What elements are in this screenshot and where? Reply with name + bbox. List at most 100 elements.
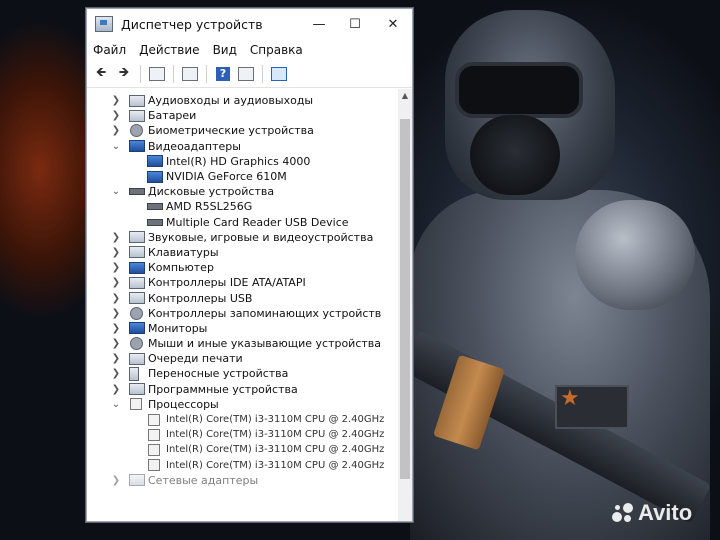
update-icon[interactable]	[180, 64, 200, 84]
tree-item-label: Intel(R) Core(TM) i3-3110M CPU @ 2.40GHz	[166, 429, 385, 441]
tree-item-label: Контроллеры запоминающих устройств	[148, 306, 382, 320]
display-adapter-icon	[129, 140, 145, 153]
display-adapter-icon	[147, 155, 163, 168]
avito-watermark: Avito	[612, 500, 692, 526]
device-manager-icon	[95, 16, 113, 32]
tree-category[interactable]: ❯ Батареи	[87, 108, 397, 123]
back-icon[interactable]: 🡸	[91, 64, 111, 84]
ide-icon	[129, 276, 145, 289]
tree-category[interactable]: ❯ Клавиатуры	[87, 245, 397, 260]
monitor-icon	[129, 322, 145, 335]
scroll-up-icon[interactable]: ▲	[398, 89, 412, 103]
cpu-icon	[148, 413, 160, 426]
avito-wordmark: Avito	[638, 500, 693, 525]
view-icon[interactable]	[236, 64, 256, 84]
keyboard-icon	[129, 246, 145, 259]
tree-category[interactable]: ❯ Звуковые, игровые и видеоустройства	[87, 230, 397, 245]
toolbar-separator	[262, 65, 263, 83]
soldier-shoulder	[575, 200, 695, 310]
menu-help[interactable]: Справка	[250, 43, 303, 57]
tree-category[interactable]: ❯ Программные устройства	[87, 382, 397, 397]
tree-category[interactable]: ❯ Очереди печати	[87, 351, 397, 366]
disk-icon	[147, 218, 163, 226]
tree-device[interactable]: Intel(R) Core(TM) i3-3110M CPU @ 2.40GHz	[87, 458, 397, 473]
toolbar-separator	[140, 65, 141, 83]
tree-device[interactable]: Intel(R) Core(TM) i3-3110M CPU @ 2.40GHz	[87, 412, 397, 427]
tree-category[interactable]: ❯ Контроллеры запоминающих устройств	[87, 306, 397, 321]
portable-icon	[129, 366, 139, 381]
tree-category[interactable]: ⌄ Видеоадаптеры	[87, 139, 397, 154]
tree-item-label: AMD R5SL256G	[166, 200, 253, 214]
tree-category[interactable]: ❯ Переносные устройства	[87, 366, 397, 381]
menu-view[interactable]: Вид	[213, 43, 237, 57]
tree-item-label: Intel(R) HD Graphics 4000	[166, 154, 311, 168]
soldier-goggles	[455, 62, 583, 118]
avito-logo-icon	[612, 502, 634, 524]
tree-item-label: Intel(R) Core(TM) i3-3110M CPU @ 2.40GHz	[166, 444, 385, 456]
tree-category[interactable]: ❯ Контроллеры IDE ATA/ATAPI	[87, 275, 397, 290]
software-icon	[129, 383, 145, 396]
tree-category[interactable]: ❯ Сетевые адаптеры	[87, 473, 397, 488]
cpu-icon	[148, 459, 160, 472]
vertical-scrollbar[interactable]: ▲	[398, 89, 412, 521]
tree-item-label: Intel(R) Core(TM) i3-3110M CPU @ 2.40GHz	[166, 459, 385, 471]
tree-device[interactable]: NVIDIA GeForce 610M	[87, 169, 397, 184]
cpu-icon	[148, 428, 160, 441]
battery-icon	[129, 109, 145, 122]
audio-icon	[129, 94, 145, 107]
menu-action[interactable]: Действие	[139, 43, 199, 57]
tree-category[interactable]: ❯ Аудиовходы и аудиовыходы	[87, 93, 397, 108]
tree-category[interactable]: ⌄ Процессоры	[87, 397, 397, 412]
usb-icon	[129, 292, 145, 305]
window-title: Диспетчер устройств	[121, 16, 263, 32]
tree-device[interactable]: Intel(R) Core(TM) i3-3110M CPU @ 2.40GHz	[87, 442, 397, 457]
title-bar[interactable]: Диспетчер устройств — ☐ ✕	[87, 9, 412, 39]
tree-item-label: Мониторы	[148, 321, 208, 335]
tree-category[interactable]: ❯ Мониторы	[87, 321, 397, 336]
cpu-icon	[130, 398, 142, 411]
tree-category[interactable]: ❯ Мыши и иные указывающие устройства	[87, 336, 397, 351]
display-adapter-icon	[147, 170, 163, 183]
properties-icon[interactable]	[147, 64, 167, 84]
tree-item-label: Компьютер	[148, 261, 214, 275]
disk-icon	[129, 188, 145, 196]
tree-device[interactable]: Intel(R) HD Graphics 4000	[87, 154, 397, 169]
storage-icon	[130, 306, 143, 320]
help-icon[interactable]: ?	[213, 64, 233, 84]
minimize-button[interactable]: —	[301, 9, 337, 39]
tree-device[interactable]: AMD R5SL256G	[87, 199, 397, 214]
tree-device[interactable]: Intel(R) Core(TM) i3-3110M CPU @ 2.40GHz	[87, 427, 397, 442]
scan-icon[interactable]	[269, 64, 289, 84]
toolbar-separator	[206, 65, 207, 83]
tree-category[interactable]: ⌄ Дисковые устройства	[87, 184, 397, 199]
forward-icon[interactable]: 🡺	[114, 64, 134, 84]
tree-item-label: Intel(R) Core(TM) i3-3110M CPU @ 2.40GHz	[166, 414, 385, 426]
tree-category[interactable]: ❯ Компьютер	[87, 260, 397, 275]
toolbar-separator	[173, 65, 174, 83]
tree-item-label: Контроллеры IDE ATA/ATAPI	[148, 276, 306, 290]
tree-item-label: Программные устройства	[148, 382, 298, 396]
tree-item-label: Multiple Card Reader USB Device	[166, 215, 349, 229]
tree-category[interactable]: ❯ Контроллеры USB	[87, 290, 397, 305]
tree-item-label: Дисковые устройства	[148, 185, 275, 199]
menu-bar: Файл Действие Вид Справка	[87, 39, 412, 61]
disk-icon	[147, 203, 163, 211]
tree-item-label: Контроллеры USB	[148, 291, 253, 305]
toolbar: 🡸 🡺 ?	[87, 61, 412, 88]
scrollbar-thumb[interactable]	[400, 119, 410, 479]
device-manager-window: Диспетчер устройств — ☐ ✕ Файл Действие …	[86, 8, 413, 522]
tree-item-label: Видеоадаптеры	[148, 139, 241, 153]
tree-item-label: Сетевые адаптеры	[148, 473, 259, 487]
cpu-icon	[148, 443, 160, 456]
tree-item-label: Мыши и иные указывающие устройства	[148, 337, 382, 351]
device-tree[interactable]: ❯ Аудиовходы и аудиовыходы ❯ Батареи ❯ Б…	[87, 89, 397, 521]
tree-item-label: Переносные устройства	[148, 367, 289, 381]
maximize-button[interactable]: ☐	[337, 9, 373, 39]
tree-category[interactable]: ❯ Биометрические устройства	[87, 123, 397, 138]
mouse-icon	[130, 337, 143, 351]
tree-item-label: Очереди печати	[148, 352, 243, 366]
tree-item-label: Биометрические устройства	[148, 124, 314, 138]
close-button[interactable]: ✕	[375, 9, 411, 39]
menu-file[interactable]: Файл	[93, 43, 126, 57]
tree-device[interactable]: Multiple Card Reader USB Device	[87, 215, 397, 230]
